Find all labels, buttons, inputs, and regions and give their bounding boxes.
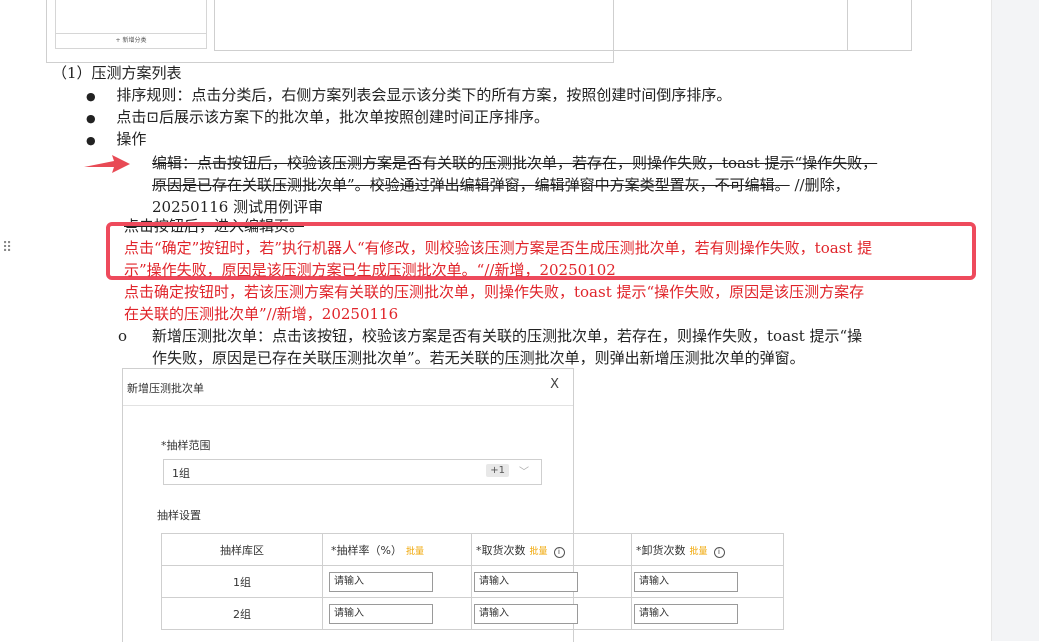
table-header-row: 抽样库区 *抽样率（%） 批量 *取货次数 批量 i *卸货次数 批量 i xyxy=(161,533,784,566)
batch-link[interactable]: 批量 xyxy=(690,547,708,557)
bullet-text: 操作 xyxy=(116,130,147,148)
rate-input[interactable]: 请输入 xyxy=(329,571,433,592)
drag-handle-icon[interactable]: ⠿ xyxy=(2,240,12,256)
red-line-3: 点击确定按钮时，若该压测方案有关联的压测批次单，则操作失败，toast 提示“操… xyxy=(124,283,865,301)
col-rate-label: *抽样率（%） xyxy=(331,543,402,557)
bullet-text: 排序规则：点击分类后，右侧方案列表会显示该分类下的所有方案，按照创建时间倒序排序… xyxy=(116,86,732,104)
edit-line-1: 编辑：点击按钮后，校验该压测方案是否有关联的压测批次单，若存在，则操作失败，to… xyxy=(152,154,878,172)
red-arrow-icon xyxy=(84,155,130,173)
dialog-title: 新增压测批次单 xyxy=(127,382,204,395)
unload-cell: 请输入 xyxy=(631,597,784,630)
mockup-list-panel xyxy=(214,0,912,51)
sampling-table: 抽样库区 *抽样率（%） 批量 *取货次数 批量 i *卸货次数 批量 i 1组 请输入 … xyxy=(161,533,784,630)
table-row: 2组 请输入 请输入 请输入 xyxy=(161,597,784,630)
bullet-sort-rule: ● 排序规则：点击分类后，右侧方案列表会显示该分类下的所有方案，按照创建时间倒序… xyxy=(86,84,731,108)
range-select[interactable]: 1组 +1 ﹀ xyxy=(163,459,542,485)
bullet-text: 点击⊡后展示该方案下的批次单，批次单按照创建时间正序排序。 xyxy=(116,108,549,126)
col-rate: *抽样率（%） 批量 xyxy=(322,533,472,566)
new-batch-dialog: 新增压测批次单 X *抽样范围 1组 +1 ﹀ 抽样设置 抽样库区 *抽样率（%… xyxy=(122,368,784,642)
red-line-1: 点击“确定”按钮时，若”执行机器人“有修改，则校验该压测方案是否生成压测批次单，… xyxy=(124,239,873,257)
bullet-dot: ● xyxy=(86,112,96,125)
pickup-input[interactable]: 请输入 xyxy=(474,603,578,624)
unload-cell: 请输入 xyxy=(631,565,784,598)
sub-bullet-line-1: 新增压测批次单：点击该按钮，校验该方案是否有关联的压测批次单，若存在，则操作失败… xyxy=(152,327,863,345)
table-row: 1组 请输入 请输入 请输入 xyxy=(161,565,784,598)
right-sidebar-strip xyxy=(991,0,1039,641)
col-unload-label: *卸货次数 xyxy=(636,543,686,557)
sub-bullet-marker: o xyxy=(118,327,128,345)
rate-cell: 请输入 xyxy=(322,565,472,598)
rate-input[interactable]: 请输入 xyxy=(329,603,433,624)
info-icon[interactable]: i xyxy=(553,546,565,558)
batch-link[interactable]: 批量 xyxy=(530,547,548,557)
zone-cell: 1组 xyxy=(161,565,323,598)
col-zone: 抽样库区 xyxy=(161,533,323,566)
unload-input[interactable]: 请输入 xyxy=(634,603,738,624)
red-line-2: 示”操作失败，原因是该压测方案已生成压测批次单。“//新增，20250102 xyxy=(124,261,616,279)
unload-input[interactable]: 请输入 xyxy=(634,571,738,592)
red-line-4: 在关联的压测批次单”//新增，20250116 xyxy=(124,305,399,323)
edit-line-2-strike: 原因是已存在关联压测批次单”。校验通过弹出编辑弹窗，编辑弹窗中方案类型置灰，不可… xyxy=(152,176,790,194)
pickup-input[interactable]: 请输入 xyxy=(474,571,578,592)
range-more-tag: +1 xyxy=(486,464,509,477)
col-pickup-label: *取货次数 xyxy=(476,543,526,557)
bullet-expand: ● 点击⊡后展示该方案下的批次单，批次单按照创建时间正序排序。 xyxy=(86,106,549,130)
pickup-cell: 请输入 xyxy=(471,565,632,598)
bullet-operation: ● 操作 xyxy=(86,128,146,152)
col-unload: *卸货次数 批量 i xyxy=(631,533,784,566)
pickup-cell: 请输入 xyxy=(471,597,632,630)
range-value: 1组 xyxy=(172,467,190,480)
batch-link[interactable]: 批量 xyxy=(406,547,424,557)
sub-bullet-line-2: 作失败，原因是已存在关联压测批次单”。若无关联的压测批次单，则弹出新增压测批次单… xyxy=(152,349,805,367)
chevron-down-icon: ﹀ xyxy=(519,467,529,478)
range-label: *抽样范围 xyxy=(161,439,211,452)
edit-line-2-note: //删除， xyxy=(789,176,850,194)
section-title: （1）压测方案列表 xyxy=(52,64,182,82)
settings-label: 抽样设置 xyxy=(157,509,201,522)
mockup-category-panel: + 新增分类 xyxy=(55,0,207,49)
dialog-header: 新增压测批次单 X xyxy=(123,369,573,406)
rate-cell: 请输入 xyxy=(322,597,472,630)
add-category-text: + 新增分类 xyxy=(56,33,206,48)
edit-line-2: 原因是已存在关联压测批次单”。校验通过弹出编辑弹窗，编辑弹窗中方案类型置灰，不可… xyxy=(152,174,850,196)
bullet-dot: ● xyxy=(86,90,96,103)
bullet-dot: ● xyxy=(86,134,96,147)
close-icon[interactable]: X xyxy=(550,377,559,392)
col-pickup: *取货次数 批量 i xyxy=(471,533,632,566)
mockup-divider xyxy=(847,0,848,50)
zone-cell: 2组 xyxy=(161,597,323,630)
info-icon[interactable]: i xyxy=(713,546,725,558)
